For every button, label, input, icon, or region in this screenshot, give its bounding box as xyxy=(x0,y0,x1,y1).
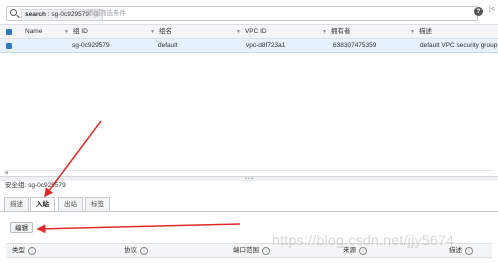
info-icon[interactable]: i xyxy=(465,247,473,255)
rule-header-port-range[interactable]: 端口范围 i xyxy=(233,244,270,257)
cell-vpc-id: vpc-d8f723a1 xyxy=(246,42,286,49)
horizontal-scrollbar[interactable]: ◀ xyxy=(4,170,494,176)
security-group-label: 安全组: sg-0c929579 xyxy=(5,182,66,189)
filter-chip-value: sg-0c929579 xyxy=(51,10,89,18)
tab-description[interactable]: 描述 xyxy=(4,197,29,211)
cell-group-name: default xyxy=(158,42,178,49)
column-header-vpc-id[interactable]: ▼ VPC ID xyxy=(236,25,267,39)
info-icon[interactable]: i xyxy=(262,247,270,255)
pane-splitter[interactable]: • • • xyxy=(0,176,498,182)
column-header-description[interactable]: ▼ 描述 xyxy=(410,25,432,39)
column-header-name[interactable]: Name xyxy=(25,25,42,38)
column-header-group-id[interactable]: ▼ 组 ID xyxy=(64,25,88,39)
first-page-icon[interactable]: |< xyxy=(489,6,495,13)
edit-button[interactable]: 编辑 xyxy=(10,222,33,233)
table-header: Name ▼ 组 ID ▼ 组名 ▼ VPC ID ▼ 拥有者 ▼ 描述 xyxy=(0,25,498,39)
select-all-checkbox[interactable] xyxy=(6,28,12,35)
column-header-owner[interactable]: ▼ 拥有者 xyxy=(322,25,350,39)
row-checkbox[interactable] xyxy=(6,42,12,49)
scroll-left-icon[interactable]: ◀ xyxy=(4,171,8,176)
cell-group-id: sg-0c929579 xyxy=(72,42,110,49)
top-toolbar: search : sg-0c929579 × 添加筛选条件 ? |< xyxy=(0,0,498,25)
cell-description: default VPC security group xyxy=(420,42,498,49)
tab-divider xyxy=(0,211,498,212)
info-icon[interactable]: i xyxy=(140,247,148,255)
watermark: https://blog.csdn.net/jjy5674 xyxy=(272,232,455,248)
info-icon[interactable]: i xyxy=(359,247,367,255)
cell-owner: 638307475359 xyxy=(333,42,377,49)
tab-outbound[interactable]: 出站 xyxy=(58,197,83,211)
rule-header-type[interactable]: 类型 i xyxy=(12,244,36,257)
filter-chip-key: search xyxy=(25,10,46,18)
search-icon xyxy=(10,9,17,16)
column-header-group-name[interactable]: ▼ 组名 xyxy=(150,25,172,39)
search-filter-box[interactable]: search : sg-0c929579 × 添加筛选条件 xyxy=(6,6,478,21)
tab-tags[interactable]: 标签 xyxy=(85,197,110,211)
tab-inbound[interactable]: 入站 xyxy=(30,197,55,212)
rule-header-protocol[interactable]: 协议 i xyxy=(124,244,148,257)
arrow-to-edit-button xyxy=(36,223,241,234)
add-filter-placeholder[interactable]: 添加筛选条件 xyxy=(87,8,126,19)
table-row[interactable]: sg-0c929579 default vpc-d8f723a1 6383074… xyxy=(0,39,498,53)
info-icon[interactable]: i xyxy=(28,247,36,255)
help-icon[interactable]: ? xyxy=(474,7,483,16)
